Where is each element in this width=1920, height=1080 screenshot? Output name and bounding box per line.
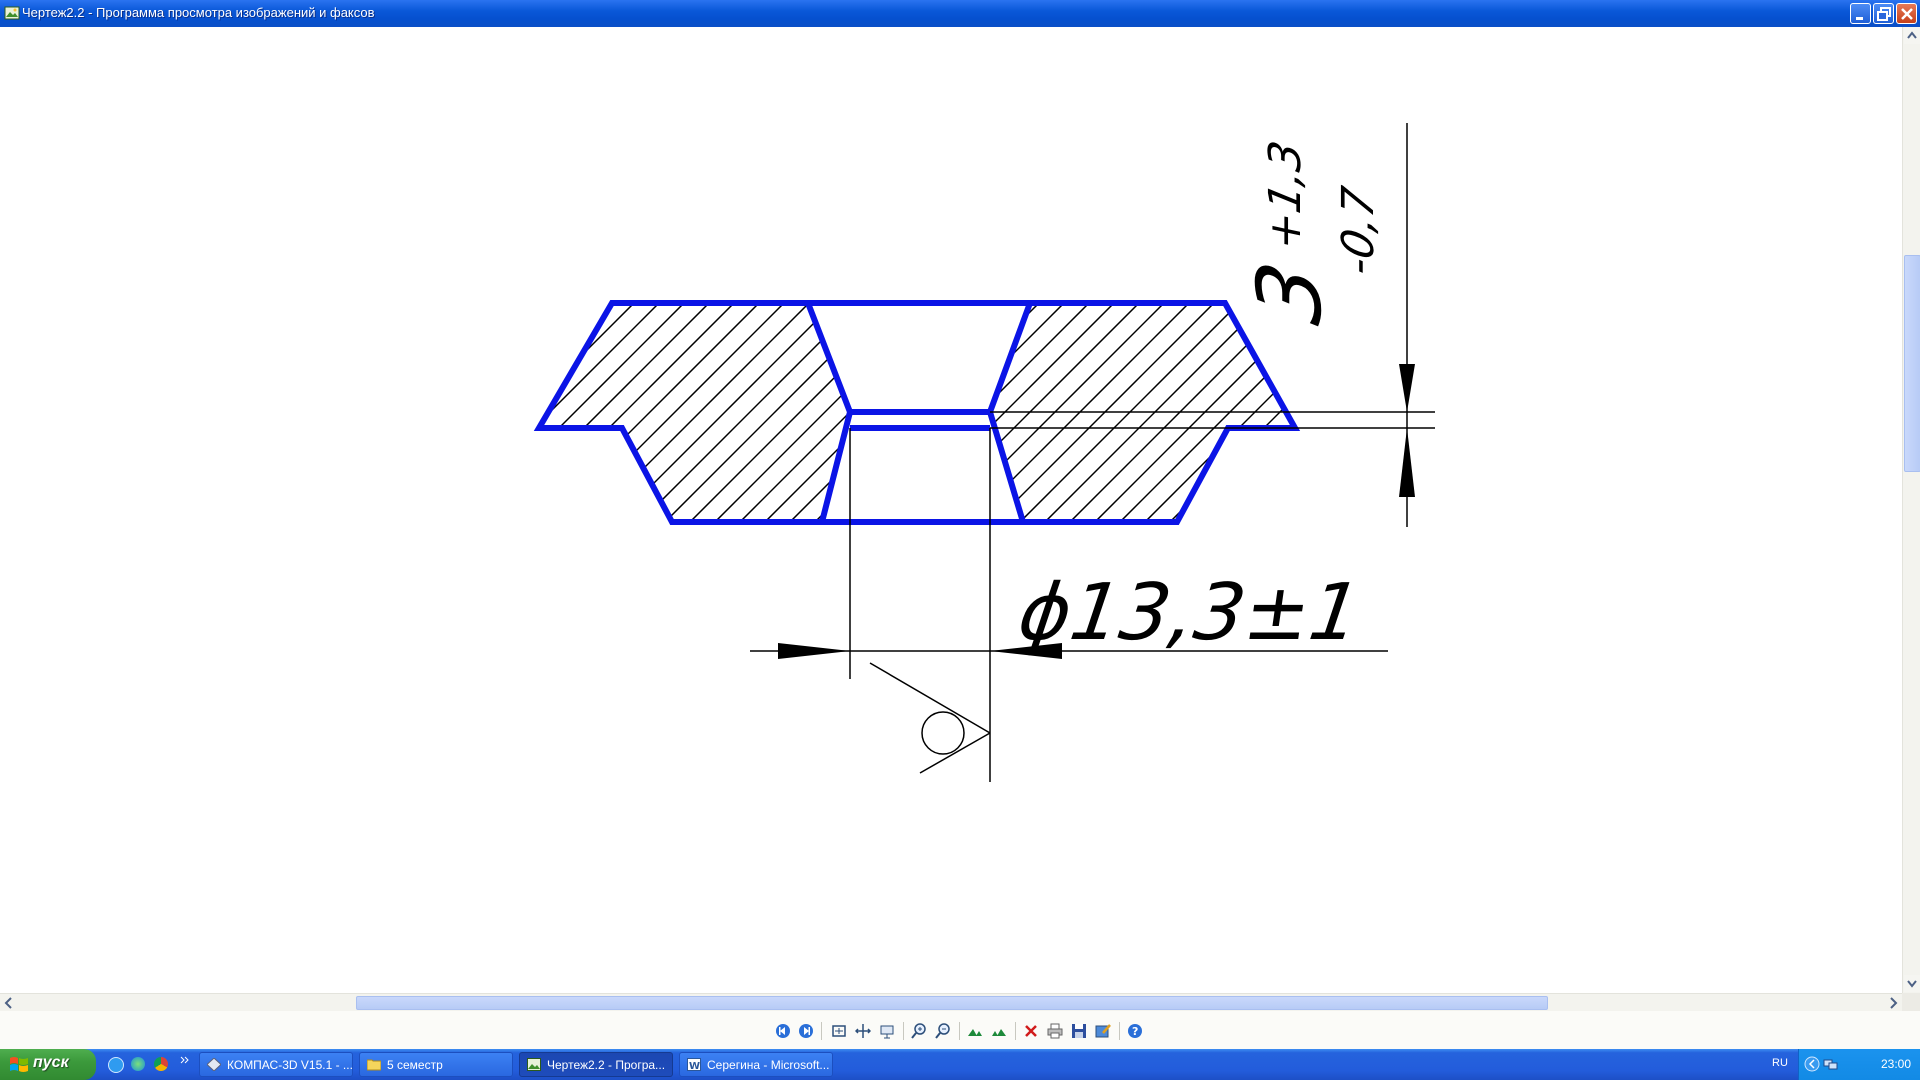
arrow-up <box>1399 428 1415 497</box>
quicklaunch-ie-icon[interactable] <box>108 1057 124 1073</box>
toolbar-separator <box>959 1022 960 1040</box>
image-canvas[interactable]: 3 +1,3 -0,7 ϕ13,3±1 <box>0 27 1902 993</box>
chevron-left-icon <box>4 997 12 1009</box>
kompas-icon <box>207 1058 221 1071</box>
dim-thickness-upper-tol: +1,3 <box>1260 137 1310 255</box>
hatch-line <box>539 303 611 522</box>
taskbar-item-image-viewer[interactable]: Чертеж2.2 - Програ... <box>519 1052 673 1077</box>
window-title: Чертеж2.2 - Программа просмотра изображе… <box>22 5 375 20</box>
technical-drawing: 3 +1,3 -0,7 ϕ13,3±1 <box>533 123 1435 782</box>
title-bar: Чертеж2.2 - Программа просмотра изображе… <box>0 0 1920 27</box>
taskbar-item-label: Чертеж2.2 - Програ... <box>547 1058 666 1072</box>
scrollbar-corner <box>1902 993 1920 1011</box>
close-button[interactable] <box>1896 3 1917 24</box>
chevron-down-icon <box>1907 980 1917 988</box>
rotate-ccw-icon[interactable] <box>991 1023 1007 1039</box>
hatch-line <box>539 303 761 522</box>
hatch-line <box>539 303 786 522</box>
hatch-line <box>539 303 661 522</box>
help-icon[interactable]: ? <box>1127 1023 1143 1039</box>
word-icon: W <box>687 1058 701 1071</box>
taskbar-item-label: 5 семестр <box>387 1058 443 1072</box>
delete-icon[interactable] <box>1023 1023 1039 1039</box>
slideshow-icon[interactable] <box>879 1023 895 1039</box>
next-image-icon[interactable] <box>798 1023 814 1039</box>
toolbar-separator <box>1015 1022 1016 1040</box>
windows-logo-icon <box>10 1057 28 1072</box>
hatch-line <box>589 303 850 522</box>
minimize-icon <box>1856 17 1863 20</box>
taskbar-item-folder[interactable]: 5 семестр <box>359 1052 513 1077</box>
svg-text:W: W <box>689 1061 700 1071</box>
zoom-in-icon[interactable] <box>911 1023 927 1039</box>
hatch-line <box>539 303 561 522</box>
taskbar-item-kompas[interactable]: КОМПАС-3D V15.1 - ... <box>199 1052 353 1077</box>
rotate-cw-icon[interactable] <box>967 1023 983 1039</box>
taskbar-item-label: Серегина - Microsoft... <box>707 1058 830 1072</box>
viewer-toolbar: ? <box>0 1011 1920 1049</box>
taskbar-item-label: КОМПАС-3D V15.1 - ... <box>227 1058 353 1072</box>
scroll-down-button[interactable] <box>1904 975 1920 992</box>
taskbar: пуск КОМПАС-3D V15.1 - ... 5 семестр Чер… <box>0 1049 1920 1080</box>
start-button[interactable]: пуск <box>0 1049 96 1080</box>
folder-icon <box>367 1059 381 1071</box>
save-icon[interactable] <box>1071 1023 1087 1039</box>
restore-button[interactable] <box>1873 3 1894 24</box>
taskbar-item-word[interactable]: W Серегина - Microsoft... <box>679 1052 833 1077</box>
start-label: пуск <box>33 1054 69 1071</box>
dim-thickness-lower-tol: -0,7 <box>1333 183 1383 280</box>
image-viewer-icon <box>4 6 20 20</box>
quicklaunch-globe-icon[interactable] <box>131 1057 145 1071</box>
svg-text:?: ? <box>1132 1025 1138 1038</box>
vertical-scroll-thumb[interactable] <box>1904 255 1920 472</box>
vertical-scrollbar[interactable] <box>1902 27 1920 993</box>
image-viewer-icon <box>527 1058 541 1071</box>
quicklaunch-chrome-icon[interactable] <box>154 1057 168 1071</box>
toolbar-separator <box>1119 1022 1120 1040</box>
prev-image-icon[interactable] <box>775 1023 791 1039</box>
hatch-line <box>539 303 711 522</box>
clock[interactable]: 23:00 <box>1881 1057 1911 1071</box>
toolbar-separator <box>821 1022 822 1040</box>
actual-size-icon[interactable] <box>855 1023 871 1039</box>
system-tray: 23:00 <box>1798 1049 1920 1080</box>
chevron-right-double-icon[interactable] <box>180 1055 190 1065</box>
hatch-line <box>539 303 586 522</box>
horizontal-scroll-thumb[interactable] <box>356 996 1548 1010</box>
edit-icon[interactable] <box>1095 1023 1111 1039</box>
zoom-out-icon[interactable] <box>935 1023 951 1039</box>
scroll-right-button[interactable] <box>1885 995 1901 1010</box>
hatch-line <box>539 303 736 522</box>
chevron-right-icon <box>1890 997 1898 1009</box>
minimize-button[interactable] <box>1850 3 1871 24</box>
hatch-line <box>614 303 850 522</box>
print-icon[interactable] <box>1047 1023 1063 1039</box>
hatch-line <box>539 303 811 522</box>
network-icon[interactable] <box>1823 1056 1839 1072</box>
arrow-right <box>778 643 850 659</box>
best-fit-icon[interactable] <box>831 1023 847 1039</box>
chevron-up-icon <box>1907 31 1917 39</box>
dim-thickness-nominal: 3 <box>1238 254 1341 332</box>
restore-icon <box>1877 7 1891 21</box>
language-indicator[interactable]: RU <box>1772 1057 1788 1069</box>
scroll-up-button[interactable] <box>1904 27 1920 44</box>
scroll-left-button[interactable] <box>1 995 17 1010</box>
toolbar-separator <box>903 1022 904 1040</box>
close-icon <box>1901 8 1913 20</box>
hatch-line <box>539 303 636 522</box>
horizontal-scrollbar[interactable] <box>0 993 1902 1011</box>
dim-diameter: ϕ13,3±1 <box>1013 567 1366 658</box>
dimension-lines <box>750 123 1435 782</box>
arrow-down <box>1399 364 1415 412</box>
tray-expand-icon[interactable] <box>1804 1056 1820 1072</box>
